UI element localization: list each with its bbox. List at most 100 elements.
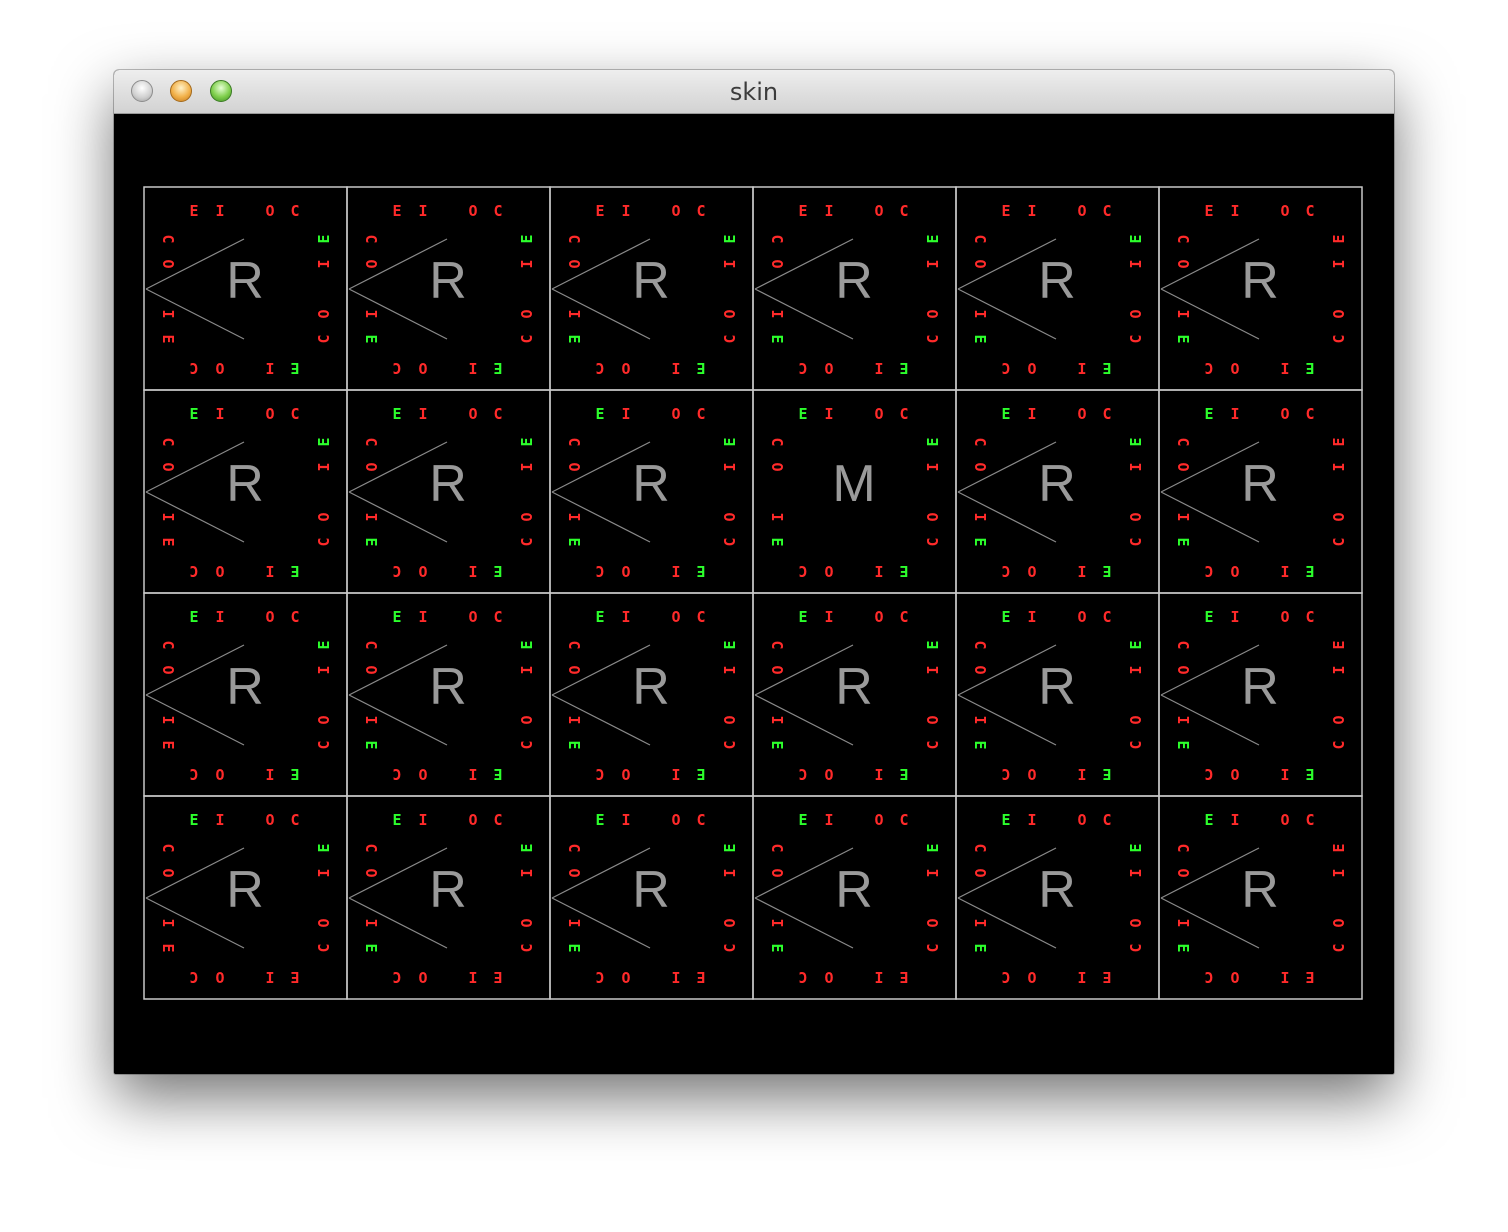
skin-board[interactable]: E I O CC O I ECOIEEIOCRE I O CC O I ECOIEEIOCRE I O CC O… [114,114,1394,1074]
board-cell[interactable]: E I O CC O I ECOIEEIOCR [549,389,754,594]
label-left-c: C [768,437,786,446]
board-cell[interactable]: E I O CC O I ECOIEEIOCR [346,592,551,797]
label-top-i: I [824,608,833,626]
canvas-area[interactable]: EIOCCOIECOIEEIOCREIOCCOIECOIEEIOCREIOCCO… [114,114,1394,1074]
label-bottom-i: I [1280,765,1289,783]
label-right-o: O [924,512,942,521]
board-cell[interactable]: E I O CC O I ECOIEEIOCR [955,592,1160,797]
cell-letter: R [1241,658,1279,716]
label-top-c: C [899,202,908,220]
board-cell[interactable]: E I O CC O I ECOIEEIOCM [752,389,957,594]
label-right-c: C [518,537,536,546]
label-left-c: C [362,234,380,243]
board-cell[interactable]: E I O CC O I ECOIEEIOCR [549,795,754,1000]
label-top-c: C [493,608,502,626]
board-cell[interactable]: E I O CC O I ECOIEEIOCR [346,795,551,1000]
label-top-c: C [1305,405,1314,423]
board-cell[interactable]: E I O CC O I ECOIEEIOCR [143,592,348,797]
label-top-c: C [696,811,705,829]
label-left-e: E [565,334,583,343]
label-right-e: E [1127,437,1145,446]
title-bar[interactable]: skin [114,70,1394,114]
board-cell[interactable]: E I O CC O I ECOIEEIOCR [752,592,957,797]
label-bottom-e: E [290,359,299,377]
label-bottom-i: I [1077,359,1086,377]
board-cell[interactable]: E I O CC O I ECOIEEIOCR [752,186,957,391]
label-left-e: E [768,334,786,343]
label-right-e: E [1127,234,1145,243]
label-bottom-o: O [215,765,224,783]
label-top-i: I [1230,405,1239,423]
label-left-e: E [768,740,786,749]
board-cell[interactable]: E I O CC O I ECOIEEIOCR [752,795,957,1000]
label-left-e: E [1174,740,1192,749]
label-top-c: C [493,405,502,423]
label-bottom-c: C [1001,968,1010,986]
board-cell[interactable]: E I O CC O I ECOIEEIOCR [346,186,551,391]
board-cell[interactable]: E I O CC O I ECOIEEIOCR [955,186,1160,391]
label-bottom-o: O [824,765,833,783]
label-left-e: E [362,334,380,343]
label-bottom-i: I [1280,562,1289,580]
label-bottom-o: O [824,359,833,377]
label-left-i: I [768,715,786,724]
cell-letter: R [1038,861,1076,919]
label-bottom-e: E [1102,765,1111,783]
board-cell[interactable]: E I O CC O I ECOIEEIOCR [1158,592,1363,797]
label-bottom-e: E [899,968,908,986]
board-cell[interactable]: E I O CC O I ECOIEEIOCR [549,592,754,797]
label-right-e: E [518,234,536,243]
label-bottom-e: E [1305,765,1314,783]
label-top-o: O [1280,608,1289,626]
label-bottom-e: E [1102,562,1111,580]
board-cell[interactable]: E I O CC O I ECOIEEIOCR [143,389,348,594]
label-right-i: I [1330,868,1348,877]
label-left-c: C [768,640,786,649]
label-left-o: O [971,665,989,674]
label-bottom-o: O [621,359,630,377]
label-top-e: E [392,405,401,423]
board-cell[interactable]: E I O CC O I ECOIEEIOCR [143,186,348,391]
label-left-i: I [565,918,583,927]
label-top-o: O [1077,202,1086,220]
label-top-c: C [696,608,705,626]
cell-letter: R [1038,658,1076,716]
label-right-c: C [1330,943,1348,952]
board-cell[interactable]: E I O CC O I ECOIEEIOCR [346,389,551,594]
label-bottom-c: C [798,562,807,580]
cell-letter: R [1241,252,1279,310]
label-bottom-i: I [1280,968,1289,986]
label-left-i: I [971,309,989,318]
board-cell[interactable]: E I O CC O I ECOIEEIOCR [1158,186,1363,391]
label-left-c: C [362,640,380,649]
label-right-c: C [315,943,333,952]
label-left-c: C [1174,640,1192,649]
label-left-i: I [1174,918,1192,927]
label-top-i: I [215,811,224,829]
label-bottom-c: C [1204,359,1213,377]
label-right-c: C [721,334,739,343]
board-cell[interactable]: E I O CC O I ECOIEEIOCR [955,389,1160,594]
board-cell[interactable]: E I O CC O I ECOIEEIOCR [1158,389,1363,594]
label-left-c: C [971,640,989,649]
board-cell[interactable]: E I O CC O I ECOIEEIOCR [1158,795,1363,1000]
label-left-e: E [159,334,177,343]
label-bottom-i: I [468,765,477,783]
label-bottom-c: C [595,765,604,783]
label-right-c: C [1127,740,1145,749]
label-top-c: C [290,405,299,423]
label-top-i: I [1230,608,1239,626]
label-right-e: E [924,640,942,649]
board-cell[interactable]: E I O CC O I ECOIEEIOCR [549,186,754,391]
label-left-i: I [1174,512,1192,521]
label-top-o: O [1077,811,1086,829]
label-bottom-c: C [1001,359,1010,377]
label-bottom-c: C [392,359,401,377]
board-cell[interactable]: E I O CC O I ECOIEEIOCR [143,795,348,1000]
label-left-i: I [362,715,380,724]
label-right-o: O [315,512,333,521]
board-cell[interactable]: E I O CC O I ECOIEEIOCR [955,795,1160,1000]
label-left-i: I [362,918,380,927]
label-bottom-c: C [595,968,604,986]
label-left-c: C [159,234,177,243]
